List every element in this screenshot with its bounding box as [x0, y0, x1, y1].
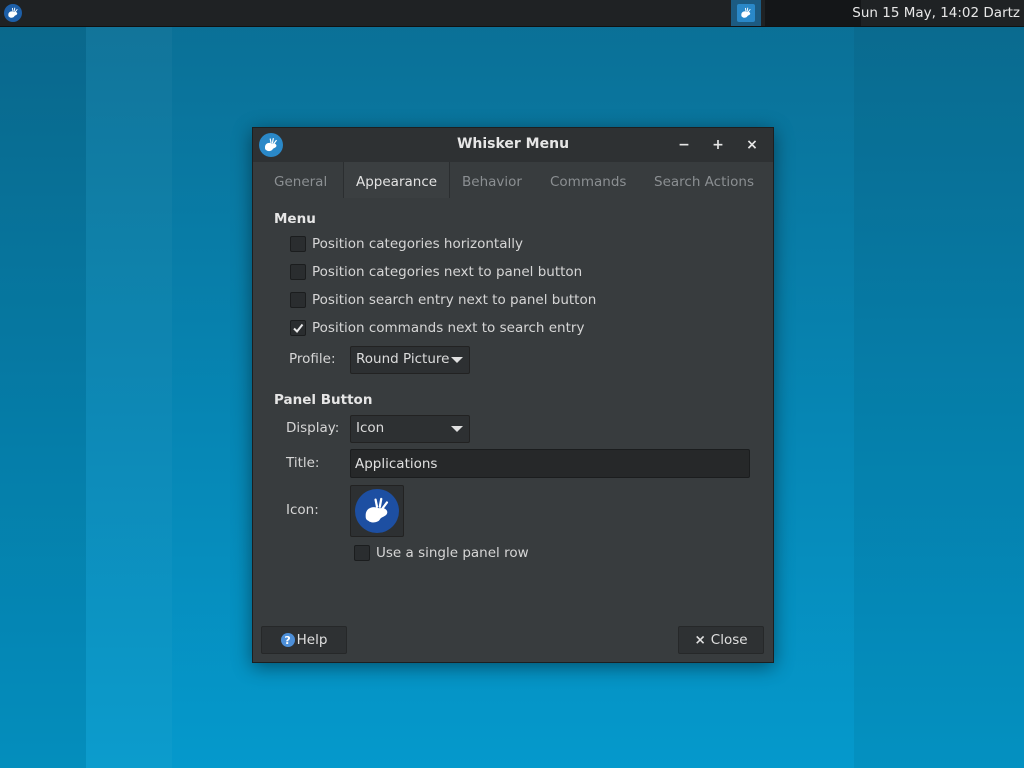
checkbox[interactable] [290, 236, 306, 252]
close-window-button[interactable]: × [741, 134, 763, 156]
option-label: Position commands next to search entry [312, 320, 585, 336]
option-categories-next-to-button[interactable]: Position categories next to panel button [290, 262, 582, 282]
profile-label: Profile: [289, 351, 336, 367]
display-label: Display: [286, 420, 340, 436]
tab-general[interactable]: General [274, 162, 327, 198]
option-label: Use a single panel row [376, 545, 529, 561]
display-dropdown[interactable]: Icon [350, 415, 470, 443]
option-commands-next-to-search[interactable]: Position commands next to search entry [290, 318, 584, 338]
maximize-button[interactable]: + [707, 134, 729, 156]
help-button[interactable]: ? Help [261, 626, 347, 654]
whisker-menu-settings-window: Whisker Menu − + × General Appearance Be… [252, 127, 774, 663]
profile-value: Round Picture [356, 351, 450, 367]
workspace-2[interactable] [797, 0, 829, 26]
workspace-1[interactable] [765, 0, 797, 26]
title-field[interactable] [350, 449, 750, 478]
tab-behavior[interactable]: Behavior [462, 162, 522, 198]
title-input[interactable] [355, 450, 745, 477]
profile-dropdown[interactable]: Round Picture [350, 346, 470, 374]
xfce-mouse-icon [4, 4, 22, 22]
whisker-menu-icon [737, 4, 755, 22]
tab-search-actions[interactable]: Search Actions [654, 162, 754, 198]
desktop-band [854, 26, 1024, 768]
xfce-mouse-icon [355, 489, 399, 533]
tab-bar: General Appearance Behavior Commands Sea… [261, 162, 765, 198]
help-icon: ? [280, 633, 295, 647]
close-label: Close [710, 632, 748, 648]
window-title: Whisker Menu [456, 136, 570, 152]
help-label: Help [296, 632, 328, 648]
checkbox-checked[interactable] [290, 320, 306, 336]
checkbox[interactable] [290, 292, 306, 308]
option-search-next-to-button[interactable]: Position search entry next to panel butt… [290, 290, 596, 310]
check-icon [293, 323, 304, 334]
chevron-down-icon [451, 426, 463, 432]
top-panel: Sun 15 May, 14:02 Dartz [0, 0, 1024, 27]
option-single-panel-row[interactable]: Use a single panel row [354, 543, 529, 563]
titlebar[interactable]: Whisker Menu − + × [253, 128, 773, 162]
close-icon: × [694, 632, 706, 648]
option-categories-horizontal[interactable]: Position categories horizontally [290, 234, 523, 254]
icon-chooser-button[interactable] [350, 485, 404, 537]
panel-clock[interactable]: Sun 15 May, 14:02 Dartz [852, 0, 1020, 26]
title-label: Title: [286, 455, 320, 471]
close-button[interactable]: × Close [678, 626, 764, 654]
applications-menu-button[interactable] [2, 2, 24, 24]
option-label: Position search entry next to panel butt… [312, 292, 597, 308]
display-value: Icon [356, 420, 385, 436]
minimize-button[interactable]: − [673, 134, 695, 156]
tab-commands[interactable]: Commands [550, 162, 626, 198]
option-label: Position categories horizontally [312, 236, 523, 252]
checkbox[interactable] [354, 545, 370, 561]
tab-appearance[interactable]: Appearance [343, 162, 451, 198]
section-heading-panel-button: Panel Button [274, 392, 373, 408]
option-label: Position categories next to panel button [312, 264, 583, 280]
taskbar-whisker-menu-button[interactable] [731, 0, 761, 26]
desktop-band [0, 26, 86, 768]
section-heading-menu: Menu [274, 211, 316, 227]
icon-label: Icon: [286, 502, 319, 518]
chevron-down-icon [451, 357, 463, 363]
desktop-band [86, 26, 172, 768]
checkbox[interactable] [290, 264, 306, 280]
